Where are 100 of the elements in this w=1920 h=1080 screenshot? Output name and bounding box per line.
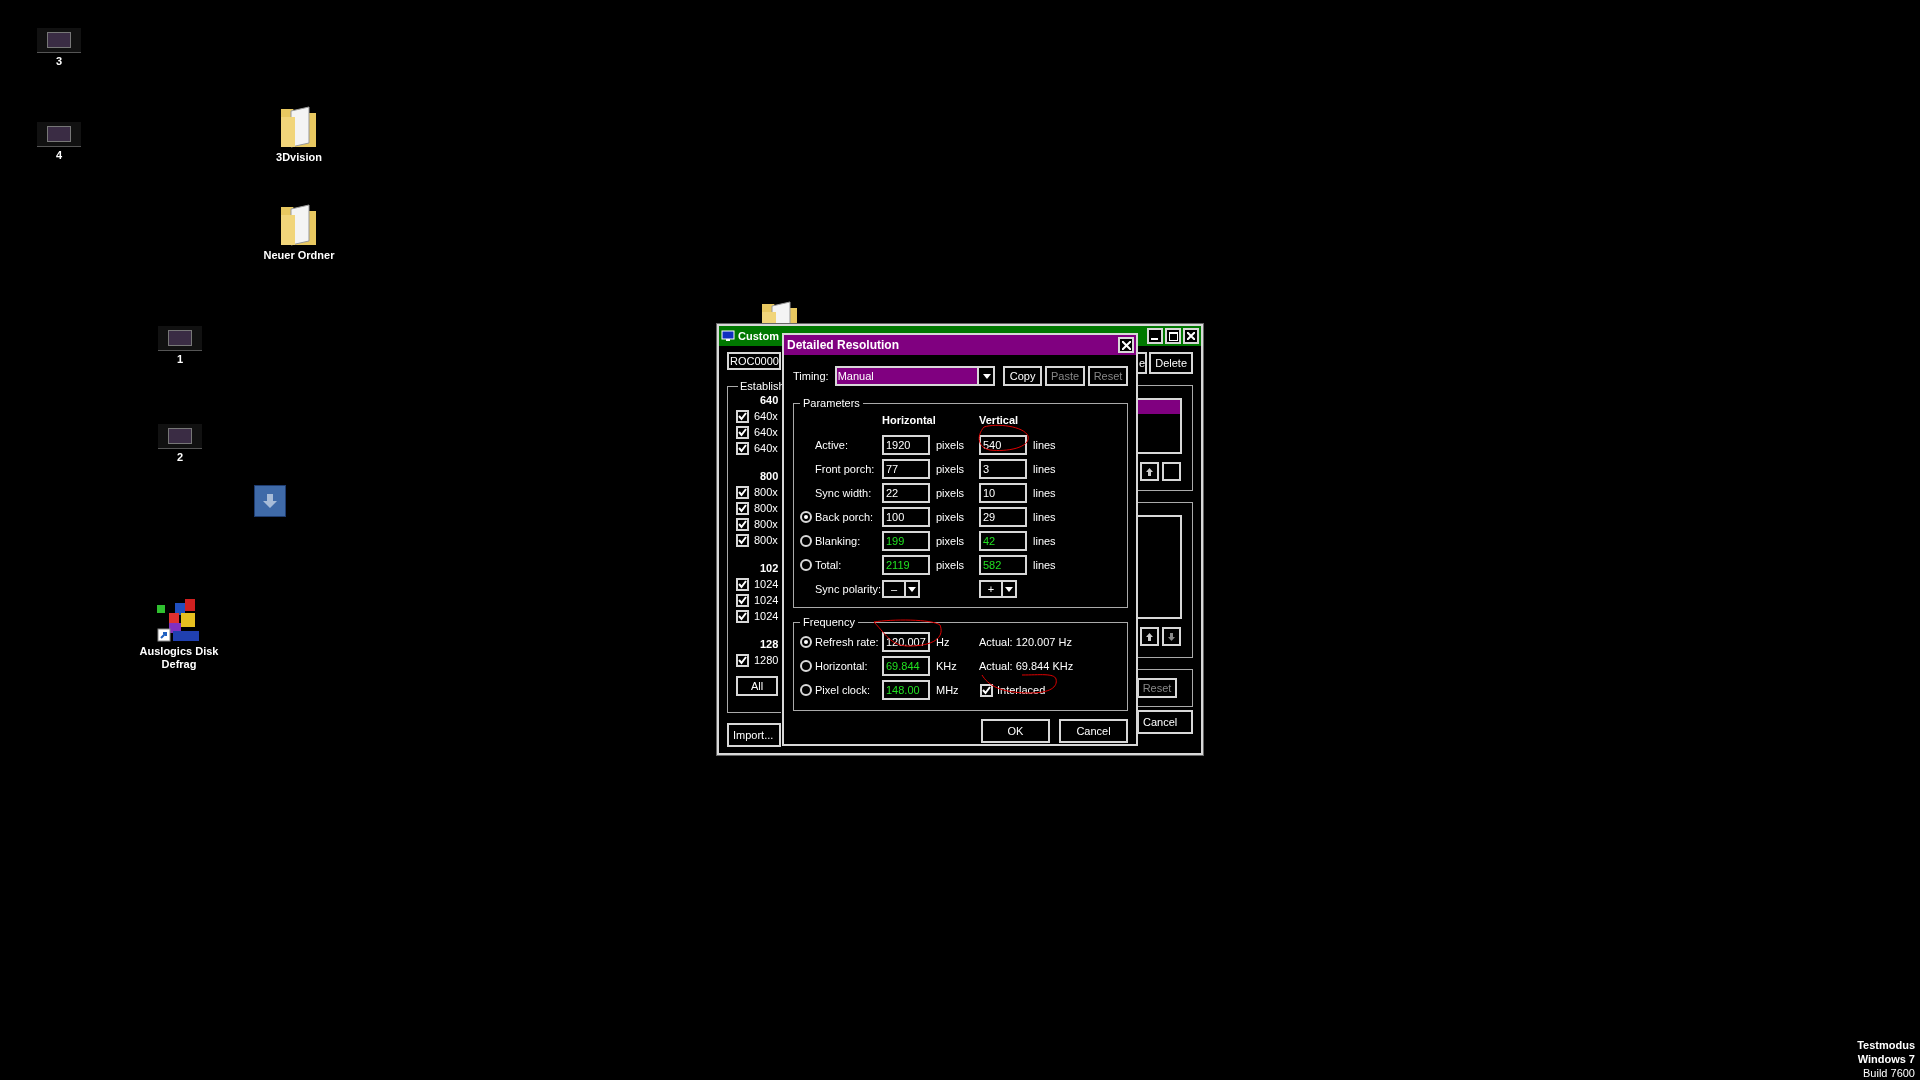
checkbox[interactable]	[736, 653, 749, 667]
input-field[interactable]: 582	[979, 555, 1027, 575]
mode-label: 800x	[754, 518, 778, 530]
column-header: Horizontal	[882, 414, 936, 426]
checkbox[interactable]	[736, 577, 749, 591]
checkbox[interactable]	[736, 501, 749, 515]
mode-label: 800x	[754, 486, 778, 498]
selected-row[interactable]	[1137, 400, 1180, 414]
folder-icon	[279, 103, 319, 149]
input-field[interactable]: 540	[979, 435, 1027, 455]
cancel-button[interactable]: Cancel	[1059, 719, 1128, 743]
unit-label: lines	[1032, 487, 1057, 499]
folder-icon	[760, 298, 800, 324]
parameter-label: Front porch:	[814, 463, 876, 475]
input-field[interactable]: 2119	[882, 555, 930, 575]
device-field[interactable]: ROC0000	[727, 352, 781, 370]
section-header: 128	[759, 638, 780, 652]
timing-dropdown[interactable]: Manual	[834, 366, 996, 386]
input-field[interactable]: 29	[979, 507, 1027, 527]
thumbnail-icon	[37, 28, 81, 53]
all-button[interactable]: All	[736, 676, 778, 696]
checkbox[interactable]	[736, 533, 749, 547]
input-field[interactable]: 22	[882, 483, 930, 503]
down-arrow-icon	[1168, 632, 1175, 641]
checkbox[interactable]	[736, 593, 749, 607]
close-icon	[1121, 340, 1131, 350]
input-field[interactable]: 3	[979, 459, 1027, 479]
input-field[interactable]: 77	[882, 459, 930, 479]
radio-button[interactable]	[800, 636, 812, 648]
unit-label: Hz	[935, 636, 951, 648]
unit-label: pixels	[935, 511, 966, 523]
icon-label[interactable]: 1	[135, 353, 225, 366]
input-field[interactable]: 10	[979, 483, 1027, 503]
checkbox[interactable]	[736, 485, 749, 499]
import-button[interactable]: Import...	[727, 723, 781, 747]
section-header: 102	[759, 562, 780, 576]
cancel-button[interactable]: Cancel	[1137, 710, 1193, 734]
unit-label: lines	[1032, 535, 1057, 547]
checkbox[interactable]	[736, 425, 749, 439]
up-arrow-icon	[1146, 467, 1153, 476]
radio-button[interactable]	[800, 511, 812, 523]
system-notice: Windows 7	[1857, 1052, 1915, 1066]
system-notice: Testmodus	[1857, 1038, 1915, 1052]
mode-label: 640x	[754, 410, 778, 422]
parameter-label: Blanking:	[814, 535, 862, 547]
checkbox[interactable]	[736, 609, 749, 623]
close-button[interactable]	[1118, 337, 1134, 353]
down-arrow-button[interactable]	[1162, 627, 1181, 646]
maximize-icon	[1168, 331, 1178, 341]
polarity-dropdown[interactable]: –	[882, 580, 920, 598]
list-box[interactable]	[1137, 398, 1182, 454]
mode-label: 1024	[754, 610, 779, 622]
icon-label[interactable]: 3	[14, 55, 104, 68]
checkbox[interactable]	[736, 441, 749, 455]
radio-button[interactable]	[800, 559, 812, 571]
checkbox[interactable]	[980, 683, 993, 697]
section-header: 800	[759, 470, 780, 484]
thumbnail-icon	[158, 326, 202, 351]
monitor-icon	[721, 330, 735, 342]
up-arrow-button[interactable]	[1140, 462, 1159, 481]
group-title: Frequency	[802, 616, 856, 628]
maximize-button[interactable]	[1165, 328, 1181, 344]
caret-icon	[908, 586, 916, 592]
input-field[interactable]: 1920	[882, 435, 930, 455]
list-box[interactable]	[1137, 515, 1182, 619]
radio-button[interactable]	[800, 535, 812, 547]
icon-label[interactable]: 3Dvision	[254, 151, 344, 164]
checkbox[interactable]	[736, 409, 749, 423]
minimize-button[interactable]	[1147, 328, 1163, 344]
toolbar-button[interactable]: Delete	[1149, 352, 1193, 374]
up-arrow-button[interactable]	[1140, 627, 1159, 646]
icon-label[interactable]: 4	[14, 149, 104, 162]
polarity-dropdown[interactable]: +	[979, 580, 1017, 598]
frequency-label: Refresh rate:	[814, 636, 880, 648]
unit-label: KHz	[935, 660, 958, 672]
mode-label: 640x	[754, 426, 778, 438]
ok-button[interactable]: OK	[981, 719, 1050, 743]
input-field[interactable]: 69.844	[882, 656, 930, 676]
parameter-label: Sync width:	[814, 487, 873, 499]
unit-label: pixels	[935, 487, 966, 499]
input-field[interactable]: 100	[882, 507, 930, 527]
input-field[interactable]: 120.007	[882, 632, 930, 652]
input-field[interactable]: 42	[979, 531, 1027, 551]
icon-label[interactable]: 2	[135, 451, 225, 464]
parameter-label: Back porch:	[814, 511, 875, 523]
up-arrow-icon	[1146, 632, 1153, 641]
icon-label[interactable]: Auslogics Disk Defrag	[134, 645, 224, 671]
unit-label: pixels	[935, 535, 966, 547]
toolbar-button[interactable]: Copy	[1003, 366, 1042, 386]
empty-button[interactable]	[1162, 462, 1181, 481]
checkbox[interactable]	[736, 517, 749, 531]
input-field[interactable]: 148.00	[882, 680, 930, 700]
parameter-label: Active:	[814, 439, 849, 451]
parameter-label: Total:	[814, 559, 843, 571]
radio-button[interactable]	[800, 684, 812, 696]
mode-label: 800x	[754, 502, 778, 514]
radio-button[interactable]	[800, 660, 812, 672]
input-field[interactable]: 199	[882, 531, 930, 551]
icon-label[interactable]: Neuer Ordner	[254, 249, 344, 262]
close-button[interactable]	[1183, 328, 1199, 344]
